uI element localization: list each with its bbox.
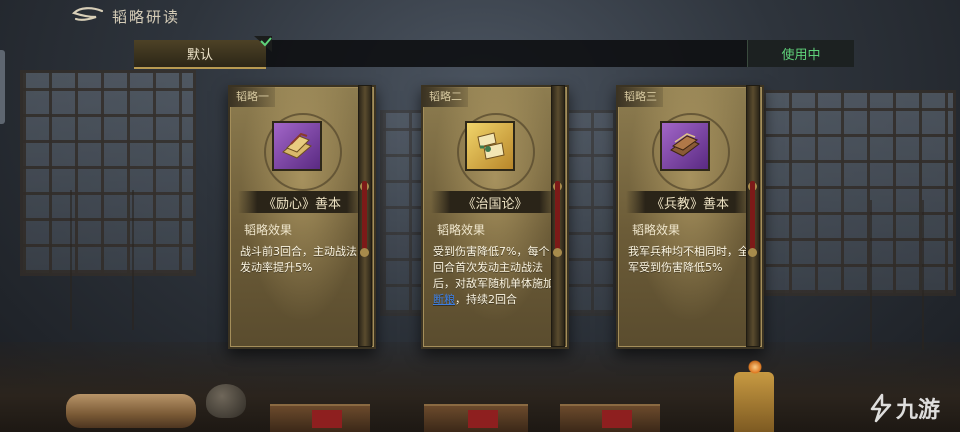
side-drawer-handle[interactable] <box>0 50 5 124</box>
in-use-status: 使用中 <box>747 40 854 67</box>
effect-text: 我军兵种均不相同时，全军受到伤害降低5% <box>628 245 749 274</box>
card-name: 《治国论》 <box>431 191 559 213</box>
back-arrow-icon[interactable] <box>70 5 104 27</box>
candle-flame-decor <box>748 360 762 374</box>
card-name: 《兵教》善本 <box>626 191 754 213</box>
candelabra-left <box>70 190 134 330</box>
preset-tab-default[interactable]: 默认 <box>134 36 272 69</box>
card-tag: 韬略二 <box>423 87 468 107</box>
effect-text-part: ，持续2回合 <box>455 293 517 306</box>
page-title: 韬略研读 <box>112 7 181 26</box>
effect-text-part: 受到伤害降低7%，每个回合首次发动主动战法后，对敌军随机单体施加 <box>433 245 554 290</box>
candelabra-right <box>870 200 924 350</box>
card-1-rail[interactable] <box>358 85 372 347</box>
incense-burner-decor <box>206 384 246 418</box>
table-center <box>424 404 528 432</box>
effect-text: 战斗前3回合，主动战法发动率提升5% <box>240 245 357 274</box>
site-watermark: 九游 <box>868 392 940 424</box>
status-link-duanliang[interactable]: 断粮 <box>433 293 455 306</box>
candle-stand-decor <box>734 372 774 432</box>
preset-strip: 默认 使用中 <box>134 36 854 69</box>
table-right <box>560 404 660 432</box>
bamboo-scroll-icon <box>465 121 515 171</box>
card-3-rail[interactable] <box>746 85 760 347</box>
effect-label: 韬略效果 <box>437 223 486 237</box>
effect-label: 韬略效果 <box>244 223 293 237</box>
book-stack-icon <box>660 121 710 171</box>
card-2-rail[interactable] <box>551 85 565 347</box>
title-bar: 韬略研读 <box>70 2 180 30</box>
card-tag: 韬略一 <box>230 87 275 107</box>
strategy-card-3[interactable]: 韬略三 《兵教》善本 韬略效果 我军兵种均不相同时，全军受到伤害降低5% <box>616 85 764 349</box>
scroll-roll-decor <box>66 394 196 428</box>
strategy-card-2[interactable]: 韬略二 《治国论》 韬略效果 受到伤害降低7%，每个回合首次发动主动战法后，对敌… <box>421 85 569 349</box>
checkmark-icon <box>254 36 272 52</box>
watermark-logo-icon <box>870 393 892 423</box>
effect-label: 韬略效果 <box>632 223 681 237</box>
scroll-book-icon <box>272 121 322 171</box>
card-name: 《励心》善本 <box>238 191 366 213</box>
watermark-text: 九游 <box>896 398 941 423</box>
strategy-card-1[interactable]: 韬略一 《励心》善本 韬略效果 战斗前3回合，主动战法发动率提升5% <box>228 85 376 349</box>
effect-text: 受到伤害降低7%，每个回合首次发动主动战法后，对敌军随机单体施加断粮，持续2回合 <box>433 244 557 308</box>
card-tag: 韬略三 <box>618 87 663 107</box>
table-left <box>270 404 370 432</box>
preset-default-label: 默认 <box>186 48 213 63</box>
background-window-right <box>760 90 956 296</box>
